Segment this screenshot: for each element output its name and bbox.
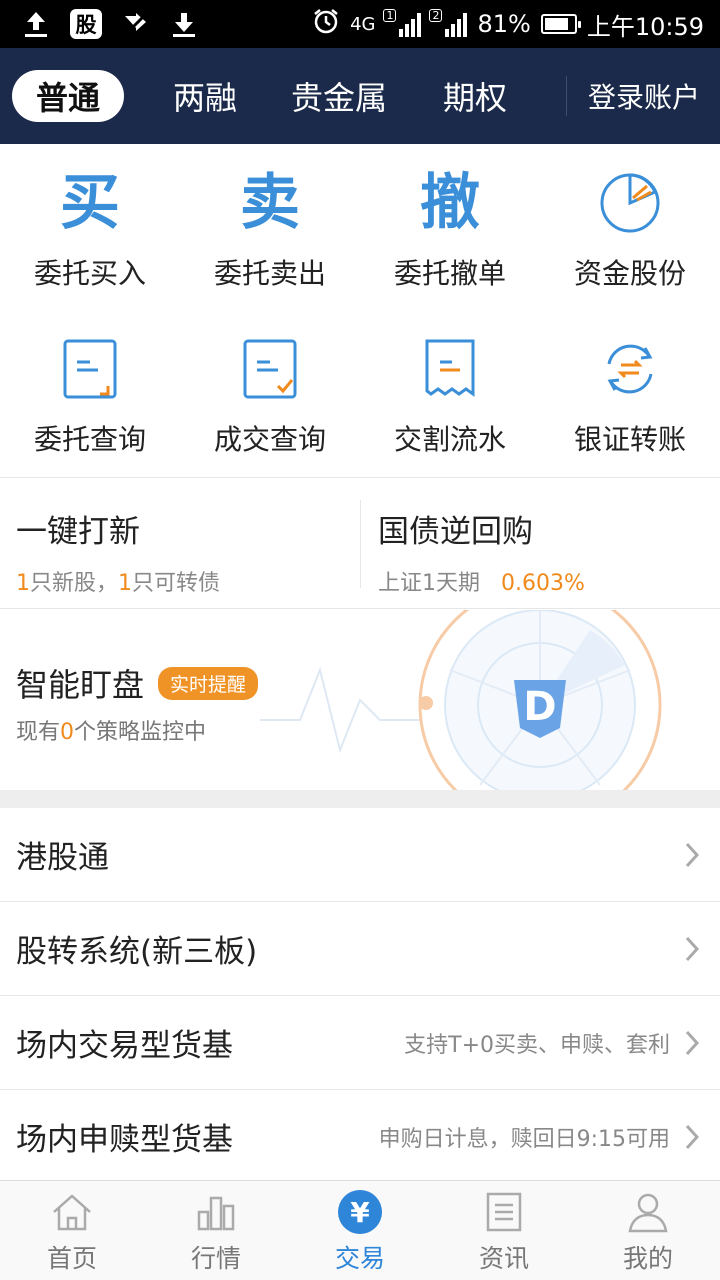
pie-chart-icon: [597, 170, 663, 236]
order-query-icon: [57, 336, 123, 402]
nav-trade[interactable]: ¥ 交易: [288, 1181, 432, 1280]
grid-item-sell[interactable]: 卖 委托卖出: [180, 144, 360, 310]
promo-row: 一键打新 1只新股，1只可转债 国债逆回购 上证1天期 0.603%: [0, 477, 720, 609]
list-item-hint: 支持T+0买卖、申赎、套利: [404, 1032, 670, 1058]
battery-icon: [540, 14, 581, 34]
battery-percent: 81%: [477, 10, 531, 38]
radar-illustration: D: [260, 610, 662, 790]
realtime-alert-badge: 实时提醒: [158, 666, 259, 700]
tab-normal[interactable]: 普通: [12, 70, 124, 122]
news-icon: [481, 1189, 527, 1235]
nav-market[interactable]: 行情: [144, 1181, 288, 1280]
chevron-right-icon: [685, 936, 700, 962]
profile-icon: [625, 1189, 671, 1235]
nav-home[interactable]: 首页: [0, 1181, 144, 1280]
smart-monitor-title: 智能盯盘: [16, 666, 145, 704]
nav-profile[interactable]: 我的: [576, 1181, 720, 1280]
ipo-subtitle: 1只新股，1只可转债: [16, 571, 221, 596]
chevron-right-icon: [685, 1030, 700, 1056]
nav-news[interactable]: 资讯: [432, 1181, 576, 1280]
check-notification-icon: [122, 10, 150, 38]
signal-sim2-icon: 2: [429, 9, 468, 37]
grid-item-delivery[interactable]: 交割流水: [360, 310, 540, 476]
network-type: 4G: [350, 13, 376, 35]
grid-item-bank-transfer[interactable]: 银证转账: [540, 310, 720, 476]
home-icon: [49, 1189, 95, 1235]
strategy-count-text: 现有0个策略监控中: [16, 720, 207, 745]
section-gap: [0, 790, 720, 808]
grid-item-cancel[interactable]: 撤 委托撤单: [360, 144, 540, 310]
logo-letter: D: [523, 684, 556, 730]
promo-divider: [360, 500, 361, 588]
deal-query-icon: [237, 336, 303, 402]
chevron-right-icon: [685, 842, 700, 868]
tab-margin[interactable]: 两融: [160, 70, 250, 122]
login-account-button[interactable]: 登录账户: [588, 48, 700, 144]
account-type-tabs: 普通 两融 贵金属 期权 登录账户: [0, 48, 720, 144]
market-list: 港股通 股转系统(新三板) 场内交易型货基 支持T+0买卖、申赎、套利 场内申赎…: [0, 808, 720, 1184]
smart-monitor-banner[interactable]: D 智能盯盘 实时提醒 现有0个策略监控中: [0, 610, 720, 790]
market-icon: [193, 1189, 239, 1235]
repo-rate: 0.603%: [500, 571, 585, 596]
list-item-neeq[interactable]: 股转系统(新三板): [0, 902, 720, 996]
upload-icon: [22, 10, 50, 38]
repo-title: 国债逆回购: [378, 514, 533, 550]
one-click-ipo-card[interactable]: 一键打新 1只新股，1只可转债: [16, 478, 346, 610]
tab-options[interactable]: 期权: [430, 70, 520, 122]
chevron-right-icon: [685, 1124, 700, 1150]
tab-precious-metals[interactable]: 贵金属: [284, 70, 394, 122]
treasury-repo-card[interactable]: 国债逆回购 上证1天期 0.603%: [378, 478, 708, 610]
buy-icon: 买: [60, 168, 120, 238]
yen-icon: ¥: [338, 1190, 382, 1234]
trade-function-grid: 买 委托买入 卖 委托卖出 撤 委托撤单 资金股份 委托查询 成交查询 交割流水: [0, 144, 720, 476]
grid-item-deal-query[interactable]: 成交查询: [180, 310, 360, 476]
grid-item-order-query[interactable]: 委托查询: [0, 310, 180, 476]
cancel-icon: 撤: [420, 168, 480, 238]
stock-app-icon: 股: [70, 9, 102, 39]
transfer-icon: [597, 336, 663, 402]
clock: 上午10:59: [586, 12, 704, 41]
list-item-hk-connect[interactable]: 港股通: [0, 808, 720, 902]
list-item-subscription-mmf[interactable]: 场内申赎型货基 申购日计息，赎回日9:15可用: [0, 1090, 720, 1184]
ipo-title: 一键打新: [16, 514, 140, 550]
list-item-hint: 申购日计息，赎回日9:15可用: [378, 1126, 670, 1152]
grid-item-buy[interactable]: 买 委托买入: [0, 144, 180, 310]
alarm-icon: [312, 7, 340, 41]
nav-divider: [566, 76, 567, 116]
grid-item-funds[interactable]: 资金股份: [540, 144, 720, 310]
receipt-icon: [417, 336, 483, 402]
list-item-exchange-traded-mmf[interactable]: 场内交易型货基 支持T+0买卖、申赎、套利: [0, 996, 720, 1090]
bottom-navigation: 首页 行情 ¥ 交易 资讯 我的: [0, 1180, 720, 1280]
status-bar: 股 4G 1 2 81% 上午10:59: [0, 0, 720, 48]
sell-icon: 卖: [240, 168, 300, 238]
repo-subtitle: 上证1天期 0.603%: [378, 571, 585, 596]
download-icon: [170, 10, 198, 38]
signal-sim1-icon: 1: [383, 9, 422, 37]
